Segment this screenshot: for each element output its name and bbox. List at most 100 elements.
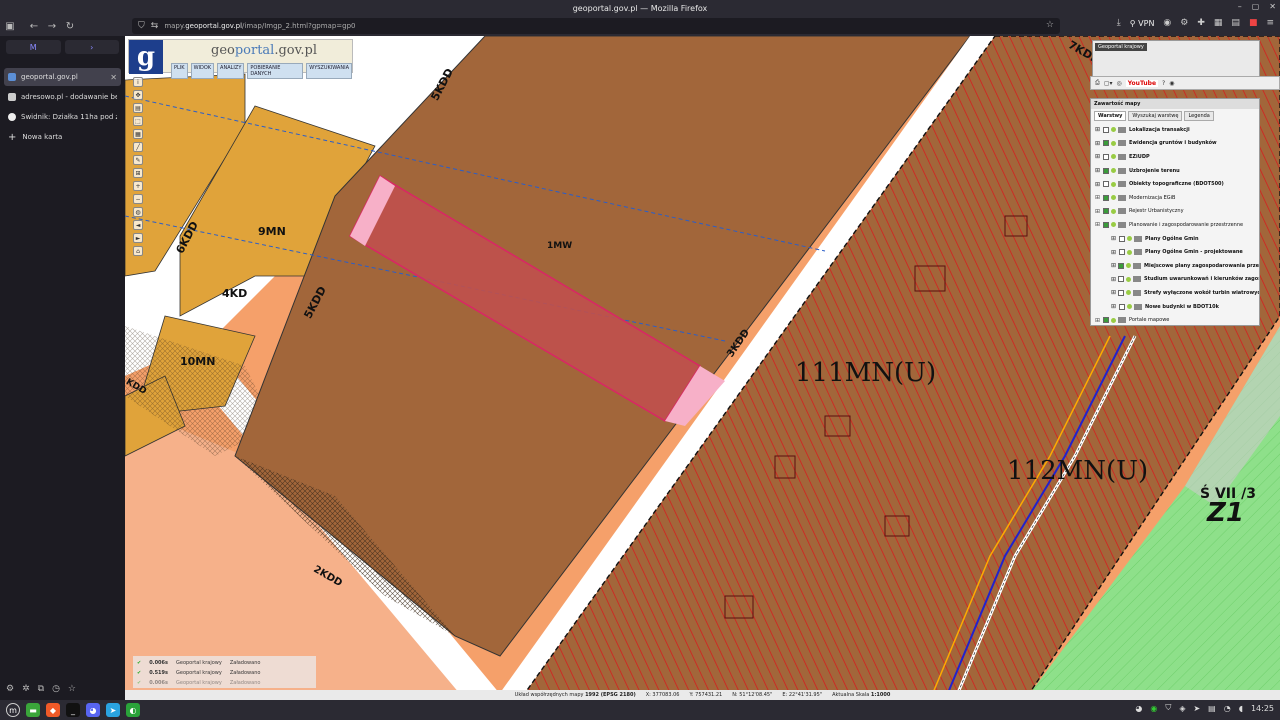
layer-row[interactable]: ⊞ Strefy wyłączone wokół turbin wiatrowyc… bbox=[1091, 286, 1259, 300]
account-icon[interactable]: ◉ bbox=[1163, 18, 1171, 28]
zoom-out-icon[interactable]: − bbox=[133, 194, 143, 204]
expand-icon[interactable]: ⊞ bbox=[1095, 194, 1101, 201]
geoportal-logo[interactable]: g bbox=[129, 40, 163, 74]
layer-checkbox[interactable] bbox=[1119, 249, 1125, 256]
whatsapp-tray-icon[interactable]: ◉ bbox=[1150, 704, 1157, 713]
expand-icon[interactable]: ⊞ bbox=[1095, 153, 1101, 160]
discord-icon[interactable]: ◕ bbox=[86, 703, 100, 717]
download-icon[interactable]: ⤓ bbox=[1117, 18, 1121, 28]
layer-row[interactable]: ⊞ Plany Ogólne Gmin - projektowane bbox=[1091, 245, 1259, 259]
telegram-icon[interactable]: ➤ bbox=[106, 703, 120, 717]
new-tab-button[interactable]: + Nowa karta bbox=[4, 128, 121, 146]
start-menu-icon[interactable]: m bbox=[6, 703, 20, 717]
expand-icon[interactable]: ⊞ bbox=[1095, 126, 1101, 133]
layer-checkbox[interactable] bbox=[1103, 153, 1109, 160]
terminal-icon[interactable]: _ bbox=[66, 703, 80, 717]
close-tab-icon[interactable]: ✕ bbox=[110, 73, 117, 82]
prev-view-icon[interactable]: ◄ bbox=[133, 220, 143, 230]
layer-checkbox[interactable] bbox=[1103, 208, 1109, 215]
minimize-button[interactable]: – bbox=[1238, 2, 1242, 11]
layer-checkbox[interactable] bbox=[1103, 140, 1109, 147]
layer-row[interactable]: ⊞ Miejscowe plany zagospodarowania przest… bbox=[1091, 259, 1259, 273]
layer-row[interactable]: ⊞ Ewidencja gruntów i budynków bbox=[1091, 137, 1259, 151]
menu-plik[interactable]: PLIK bbox=[171, 63, 188, 79]
print-icon[interactable]: ▦ bbox=[133, 129, 143, 139]
layer-row[interactable]: ⊞ Planowanie i zagospodarowanie przestrze… bbox=[1091, 218, 1259, 232]
pan-icon[interactable]: ✥ bbox=[133, 90, 143, 100]
vpn-tray-icon[interactable]: ⛉ bbox=[1165, 703, 1171, 713]
layer-row[interactable]: ⊞ Nowe budynki w BDOT10k bbox=[1091, 300, 1259, 314]
layer-row[interactable]: ⊞ Uzbrojenie terenu bbox=[1091, 164, 1259, 178]
tab-geoportal[interactable]: geoportal.gov.pl ✕ bbox=[4, 68, 121, 86]
layer-row[interactable]: ⊞ Rejestr Urbanistyczny bbox=[1091, 205, 1259, 219]
menu-icon[interactable]: ≡ bbox=[1266, 18, 1274, 28]
expand-icon[interactable]: ⊞ bbox=[1111, 303, 1117, 310]
measure-icon[interactable]: ╱ bbox=[133, 142, 143, 152]
home-icon[interactable]: ⌂ bbox=[133, 246, 143, 256]
brave-icon[interactable]: ◆ bbox=[46, 703, 60, 717]
permissions-icon[interactable]: ⇆ bbox=[151, 21, 159, 31]
close-window-button[interactable]: ✕ bbox=[1269, 2, 1276, 11]
layer-row[interactable]: ⊞ Lokalizacja transakcji bbox=[1091, 123, 1259, 137]
expand-icon[interactable]: ⊞ bbox=[1095, 208, 1101, 215]
wifi-icon[interactable]: ◔ bbox=[1224, 704, 1231, 713]
clock[interactable]: 14:25 bbox=[1251, 704, 1274, 713]
expand-icon[interactable]: ⊞ bbox=[1111, 235, 1117, 242]
layer-checkbox[interactable] bbox=[1103, 181, 1109, 188]
layer-checkbox[interactable] bbox=[1119, 235, 1125, 242]
layer-checkbox[interactable] bbox=[1103, 126, 1109, 133]
menu-analizy[interactable]: ANALIZY bbox=[217, 63, 245, 79]
files-icon[interactable]: ▬ bbox=[26, 703, 40, 717]
layer-checkbox[interactable] bbox=[1103, 317, 1109, 324]
bookmarks-icon[interactable]: ☆ bbox=[68, 684, 76, 694]
layer-row[interactable]: ⊞ Plany Ogólne Gmin bbox=[1091, 232, 1259, 246]
help-icon[interactable]: ? bbox=[1162, 80, 1165, 87]
tab-wyszukaj-warstwe[interactable]: Wyszukaj warstwę bbox=[1128, 111, 1183, 121]
ai-icon[interactable]: ✲ bbox=[22, 684, 30, 694]
forward-arrow-icon[interactable]: → bbox=[44, 18, 60, 34]
scale-select[interactable]: ▢▾ bbox=[1104, 80, 1113, 87]
layer-checkbox[interactable] bbox=[1118, 276, 1125, 283]
eye-icon[interactable]: ◉ bbox=[1169, 80, 1174, 87]
volume-icon[interactable]: ◖ bbox=[1239, 704, 1243, 713]
clipboard-tray-icon[interactable]: ▤ bbox=[1208, 704, 1216, 713]
layers-icon[interactable]: ▤ bbox=[133, 103, 143, 113]
history-icon[interactable]: ◷ bbox=[52, 684, 60, 694]
addon-icon[interactable]: ■ bbox=[1249, 18, 1258, 28]
menu-pobieranie[interactable]: POBIERANIE DANYCH bbox=[247, 63, 304, 79]
expand-icon[interactable]: ⊞ bbox=[1095, 181, 1101, 188]
telegram-tray-icon[interactable]: ➤ bbox=[1193, 704, 1200, 713]
layer-row[interactable]: ⊞ Modernizacja EGiB bbox=[1091, 191, 1259, 205]
expand-icon[interactable]: ⊞ bbox=[1111, 289, 1116, 296]
layer-checkbox[interactable] bbox=[1118, 289, 1125, 296]
select-icon[interactable]: ⬚ bbox=[133, 116, 143, 126]
container-icon[interactable]: ▦ bbox=[1214, 18, 1223, 28]
puzzle-icon[interactable]: ✚ bbox=[1197, 18, 1205, 28]
layer-row[interactable]: ⊞ Portale mapowe bbox=[1091, 313, 1259, 327]
extension-icon[interactable]: ⚙ bbox=[1180, 18, 1188, 28]
map-canvas[interactable]: 5KDD 6KDD 9MN 4KD 10MN 5KDD 1MW 3KDD 2KD… bbox=[125, 36, 1280, 700]
sidebar-toggle-icon[interactable]: ▣ bbox=[2, 18, 18, 34]
layer-row[interactable]: ⊞ Obiekty topograficzne (BDOT500) bbox=[1091, 177, 1259, 191]
expand-icon[interactable]: ⊞ bbox=[1095, 221, 1101, 228]
maximize-button[interactable]: ▢ bbox=[1252, 2, 1260, 11]
info-icon[interactable]: i bbox=[133, 77, 143, 87]
layer-checkbox[interactable] bbox=[1103, 167, 1109, 174]
shield-icon[interactable]: ⛉ bbox=[138, 21, 145, 31]
settings-icon[interactable]: ⚙ bbox=[6, 684, 14, 694]
layer-row[interactable]: ⊞ EZiUDP bbox=[1091, 150, 1259, 164]
layer-checkbox[interactable] bbox=[1103, 221, 1109, 228]
expand-icon[interactable]: ⊞ bbox=[1095, 167, 1101, 174]
tab-warstwy[interactable]: Warstwy bbox=[1094, 111, 1127, 121]
expand-icon[interactable]: ⊞ bbox=[1111, 249, 1117, 256]
tab-legenda[interactable]: Legenda bbox=[1184, 111, 1214, 121]
next-view-icon[interactable]: ► bbox=[133, 233, 143, 243]
discord-tray-icon[interactable]: ◕ bbox=[1135, 704, 1142, 713]
url-bar[interactable]: ⛉ ⇆ mapy. geoportal.gov.pl/imap/Imgp_2.ht… bbox=[132, 18, 1060, 34]
expand-icon[interactable]: ⊞ bbox=[1111, 262, 1116, 269]
tab-swidnik[interactable]: Świdnik: Działka 11ha pod zabu bbox=[4, 108, 121, 126]
layer-checkbox[interactable] bbox=[1119, 303, 1125, 310]
wallet-icon[interactable]: ▤ bbox=[1231, 18, 1240, 28]
layer-checkbox[interactable] bbox=[1103, 194, 1109, 201]
zoom-in-icon[interactable]: + bbox=[133, 181, 143, 191]
